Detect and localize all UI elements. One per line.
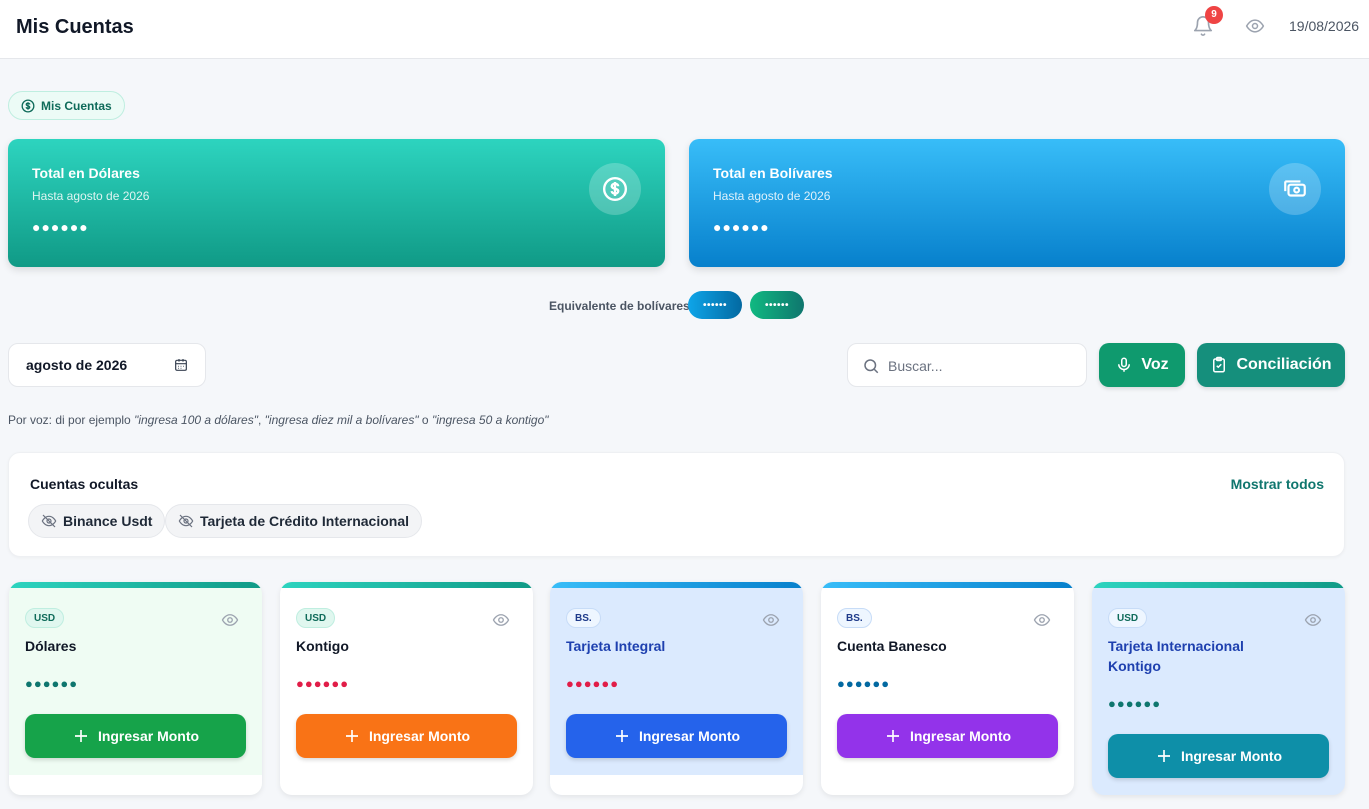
currency-badge: USD [25, 608, 65, 628]
card-footer [550, 775, 803, 795]
account-card-tarjeta-internacional: USD Tarjeta Internacional Kontigo ●●●●●●… [1092, 582, 1345, 795]
hint-prefix: Por voz: di por ejemplo [8, 413, 135, 427]
account-value: ●●●●●● [296, 676, 350, 691]
account-value: ●●●●●● [566, 676, 620, 691]
microphone-icon [1118, 357, 1131, 372]
currency-badge: USD [296, 608, 336, 628]
voice-button[interactable]: Voz [1099, 343, 1185, 387]
account-name: Tarjeta Internacional Kontigo [1108, 638, 1244, 674]
voice-button-label: Voz [1141, 356, 1169, 373]
reconcile-button[interactable]: Conciliación [1197, 343, 1345, 387]
month-picker[interactable]: agosto de 2026 [8, 343, 206, 387]
eye-icon[interactable] [761, 611, 781, 629]
hidden-account-chip[interactable]: Binance Usdt [28, 504, 166, 538]
add-amount-button[interactable]: Ingresar Monto [566, 714, 787, 758]
calendar-icon [175, 359, 187, 371]
add-amount-label: Ingresar Monto [909, 728, 1012, 744]
card-accent-bar [280, 582, 533, 588]
month-picker-value: agosto de 2026 [26, 357, 128, 373]
card-accent-bar [1092, 582, 1345, 588]
total-bs-value: ●●●●●● [713, 219, 770, 235]
add-amount-button[interactable]: Ingresar Monto [25, 714, 246, 758]
add-amount-label: Ingresar Monto [1180, 748, 1283, 764]
equivalent-pill-a[interactable]: •••••• [688, 291, 742, 319]
hint-sep-1: , [258, 413, 265, 427]
notification-badge: 9 [1205, 6, 1223, 24]
clipboard-check-icon [1213, 356, 1226, 373]
hint-sep-2: o [418, 413, 432, 427]
account-value: ●●●●●● [837, 676, 891, 691]
total-bs-card: Total en Bolívares Hasta agosto de 2026 … [689, 139, 1345, 267]
cash-icon [1269, 163, 1321, 215]
search-icon [864, 359, 879, 374]
top-bar: Mis Cuentas 9 19/08/2026 [0, 0, 1369, 59]
hidden-account-label: Tarjeta de Crédito Internacional [200, 513, 410, 529]
currency-badge: BS. [837, 608, 872, 628]
account-card-tarjeta-integral: BS. Tarjeta Integral ●●●●●● Ingresar Mon… [550, 582, 803, 795]
show-all-link[interactable]: Mostrar todos [1231, 476, 1324, 492]
add-amount-button[interactable]: Ingresar Monto [1108, 734, 1329, 778]
card-footer [9, 775, 262, 795]
header-date: 19/08/2026 [1289, 18, 1360, 34]
hint-example-3: "ingresa 50 a kontigo" [431, 413, 549, 427]
voice-hint: Por voz: di por ejemplo "ingresa 100 a d… [8, 413, 549, 427]
hidden-accounts-panel: Cuentas ocultas Mostrar todos Binance Us… [8, 452, 1345, 557]
hint-example-1: "ingresa 100 a dólares" [134, 413, 258, 427]
add-amount-label: Ingresar Monto [638, 728, 741, 744]
total-usd-value: ●●●●●● [32, 219, 89, 235]
plus-icon [74, 730, 87, 742]
account-card-kontigo: USD Kontigo ●●●●●● Ingresar Monto [280, 582, 533, 795]
account-name: Tarjeta Integral [566, 638, 666, 654]
currency-badge: BS. [566, 608, 601, 628]
eye-icon[interactable] [220, 611, 240, 629]
dollar-icon [589, 163, 641, 215]
hidden-account-label: Binance Usdt [63, 513, 153, 529]
account-name: Dólares [25, 638, 77, 654]
plus-icon [886, 730, 899, 742]
hidden-account-chip[interactable]: Tarjeta de Crédito Internacional [165, 504, 423, 538]
total-bs-title: Total en Bolívares [713, 165, 833, 181]
account-name: Cuenta Banesco [837, 638, 947, 654]
add-amount-button[interactable]: Ingresar Monto [837, 714, 1058, 758]
currency-badge: USD [1108, 608, 1148, 628]
plus-icon [615, 730, 628, 742]
total-usd-title: Total en Dólares [32, 165, 140, 181]
eye-icon[interactable] [491, 611, 511, 629]
section-chip: Mis Cuentas [8, 91, 125, 120]
eye-off-icon [178, 514, 194, 528]
total-usd-card: Total en Dólares Hasta agosto de 2026 ●●… [8, 139, 665, 267]
add-amount-label: Ingresar Monto [97, 728, 200, 744]
account-value: ●●●●●● [25, 676, 79, 691]
page-title: Mis Cuentas [16, 16, 134, 38]
dollar-circle-icon [21, 99, 35, 112]
add-amount-label: Ingresar Monto [368, 728, 471, 744]
eye-off-icon [41, 514, 57, 528]
total-bs-subtitle: Hasta agosto de 2026 [713, 189, 831, 203]
equivalent-label: Equivalente de bolívares [549, 299, 690, 313]
account-card-dolares: USD Dólares ●●●●●● Ingresar Monto [9, 582, 262, 795]
hint-example-2: "ingresa diez mil a bolívares" [264, 413, 419, 427]
plus-icon [345, 730, 358, 742]
eye-icon[interactable] [1303, 611, 1323, 629]
card-accent-bar [9, 582, 262, 588]
card-accent-bar [821, 582, 1074, 588]
account-name: Kontigo [296, 638, 349, 654]
hidden-accounts-title: Cuentas ocultas [30, 476, 139, 492]
section-chip-label: Mis Cuentas [41, 98, 112, 113]
account-card-banesco: BS. Cuenta Banesco ●●●●●● Ingresar Monto [821, 582, 1074, 795]
eye-icon[interactable] [1244, 16, 1266, 36]
add-amount-button[interactable]: Ingresar Monto [296, 714, 517, 758]
search-box[interactable] [847, 343, 1087, 387]
plus-icon [1157, 750, 1170, 762]
equivalent-pill-b[interactable]: •••••• [750, 291, 804, 319]
total-usd-subtitle: Hasta agosto de 2026 [32, 189, 150, 203]
reconcile-button-label: Conciliación [1236, 356, 1332, 373]
eye-icon[interactable] [1032, 611, 1052, 629]
card-accent-bar [550, 582, 803, 588]
search-input[interactable] [888, 354, 1078, 378]
account-value: ●●●●●● [1108, 696, 1162, 711]
